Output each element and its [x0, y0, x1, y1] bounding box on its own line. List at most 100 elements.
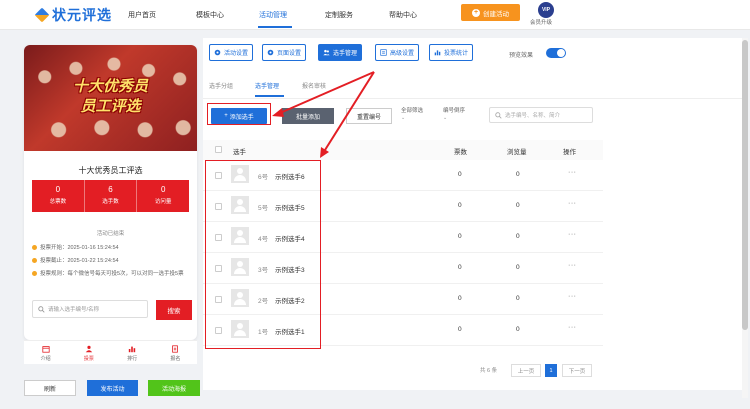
chevron-down-icon: ⌄	[401, 115, 406, 121]
activity-title: 十大优秀员工评选	[78, 166, 143, 175]
vote-count: 0	[458, 171, 462, 178]
vote-rule-info: 投票规则：每个微信号每天可投5次，可以对同一选手投5票	[32, 270, 192, 278]
tab-signup[interactable]: 报名	[154, 341, 197, 364]
preview-search-input[interactable]: 请输入选手编号/名称	[32, 300, 148, 318]
logo[interactable]: 状元评选	[34, 5, 112, 25]
contestant-management-button[interactable]: 选手管理	[318, 44, 363, 61]
preview-toggle-label: 预览效果	[509, 53, 534, 59]
more-icon[interactable]: ···	[568, 262, 577, 269]
more-icon[interactable]: ···	[568, 324, 577, 331]
nav-item-custom[interactable]: 定制服务	[325, 10, 353, 20]
vip-icon[interactable]: VIP	[538, 2, 554, 18]
sort-dropdown[interactable]: 编号倒序 ⌄	[443, 108, 465, 122]
table-header: 选手 票数 浏览量 操作	[203, 140, 603, 160]
view-count: 0	[516, 171, 520, 178]
activity-banner: 十大优秀员 员工评选	[24, 45, 197, 151]
nav-item-activities[interactable]: 活动管理	[259, 10, 287, 20]
poster-button[interactable]: 活动海报	[148, 380, 200, 396]
divider	[203, 98, 742, 99]
top-navbar: 状元评选 用户首页 模板中心 活动管理 定制服务 帮助中心 + 创建活动 VIP…	[0, 0, 750, 30]
col-contestant: 选手	[233, 149, 246, 156]
preview-toggle[interactable]	[546, 48, 566, 58]
banner-title-line2: 员工评选	[80, 97, 141, 115]
page-1-button[interactable]: 1	[545, 364, 557, 377]
prev-page-button[interactable]: 上一页	[511, 364, 541, 377]
total-count: 共 6 条	[480, 368, 498, 374]
vote-end-info: 投票截止：2025-01-22 15:24:54	[32, 257, 192, 265]
view-count: 0	[516, 202, 520, 209]
stat-contestants: 6 选手数	[85, 180, 138, 212]
plus-icon: +	[472, 8, 480, 17]
reset-number-button[interactable]: 重置编号	[346, 108, 392, 124]
tab-vote[interactable]: 投票	[67, 341, 110, 364]
batch-add-button[interactable]: 批量添加	[282, 108, 334, 124]
stats-bar: 0 总票数 6 选手数 0 访问量	[32, 180, 189, 212]
clock-icon	[32, 245, 37, 250]
activity-status: 活动已结束	[96, 231, 125, 237]
scrollbar-thumb[interactable]	[742, 40, 748, 330]
signup-icon	[172, 345, 179, 353]
more-icon[interactable]: ···	[568, 293, 577, 300]
users-icon	[323, 49, 330, 56]
rank-icon	[128, 346, 136, 353]
nav-item-help[interactable]: 帮助中心	[389, 10, 417, 20]
col-views: 浏览量	[507, 149, 527, 156]
contestant-search-input[interactable]: 选手编号、名称、简介	[489, 107, 593, 123]
refresh-button[interactable]: 刷新	[24, 380, 76, 396]
nav-item-home[interactable]: 用户首页	[128, 10, 156, 20]
subtab-groups[interactable]: 选手分组	[209, 81, 233, 90]
vote-count: 0	[458, 233, 462, 240]
logo-icon	[34, 7, 50, 23]
calendar-icon	[42, 346, 50, 353]
clock-icon	[32, 258, 37, 263]
vip-upgrade-link[interactable]: 会员升级	[530, 18, 552, 26]
stat-visits: 0 访问量	[154, 185, 172, 205]
vote-count: 0	[458, 202, 462, 209]
highlight-contestant-list	[205, 160, 321, 349]
view-count: 0	[516, 264, 520, 271]
chevron-down-icon: ⌄	[443, 115, 448, 121]
preview-tabbar: 介绍 投票 排行 报名	[24, 340, 197, 364]
activity-settings-button[interactable]: 活动设置	[209, 44, 254, 61]
search-icon	[38, 305, 45, 313]
create-activity-button[interactable]: + 创建活动	[461, 4, 520, 21]
vote-start-info: 投票开始：2025-01-16 15:24:54	[32, 244, 192, 252]
info-icon	[32, 271, 37, 276]
publish-button[interactable]: 发布活动	[87, 380, 138, 396]
select-all-checkbox[interactable]	[215, 146, 222, 153]
settings-icon	[214, 49, 221, 56]
preview-search-button[interactable]: 搜索	[156, 300, 192, 320]
vote-count: 0	[458, 295, 462, 302]
search-icon	[495, 111, 502, 119]
nav-item-templates[interactable]: 模板中心	[196, 10, 224, 20]
advanced-settings-button[interactable]: 高级设置	[375, 44, 420, 61]
logo-text: 状元评选	[52, 8, 112, 24]
users-icon	[85, 345, 93, 353]
tab-intro[interactable]: 介绍	[24, 341, 67, 364]
vote-stats-button[interactable]: 投票统计	[429, 44, 474, 61]
bar-chart-icon	[434, 50, 441, 56]
more-icon[interactable]: ···	[568, 231, 577, 238]
subtab-contestants[interactable]: 选手管理	[255, 81, 279, 90]
gear-icon	[267, 49, 274, 56]
subtab-review[interactable]: 报名审核	[302, 81, 326, 90]
nav-active-indicator	[258, 26, 292, 28]
page-settings-button[interactable]: 页面设置	[262, 44, 307, 61]
view-count: 0	[516, 295, 520, 302]
vote-count: 0	[458, 264, 462, 271]
stat-total-votes: 0 总票数	[32, 180, 85, 212]
next-page-button[interactable]: 下一页	[562, 364, 592, 377]
tab-rank[interactable]: 排行	[111, 341, 154, 364]
view-count: 0	[516, 326, 520, 333]
more-icon[interactable]: ···	[568, 200, 577, 207]
filter-all-dropdown[interactable]: 全部筛选 ⌄	[401, 108, 423, 122]
mobile-preview: 十大优秀员 员工评选 十大优秀员工评选 0 总票数 6 选手数 0 访问量 活动…	[24, 45, 197, 340]
more-icon[interactable]: ···	[568, 169, 577, 176]
view-count: 0	[516, 233, 520, 240]
banner-title-line1: 十大优秀员	[72, 77, 148, 95]
vote-count: 0	[458, 326, 462, 333]
advanced-icon	[380, 49, 387, 56]
col-votes: 票数	[454, 149, 467, 156]
col-ops: 操作	[563, 149, 576, 156]
highlight-add-button	[207, 103, 271, 125]
